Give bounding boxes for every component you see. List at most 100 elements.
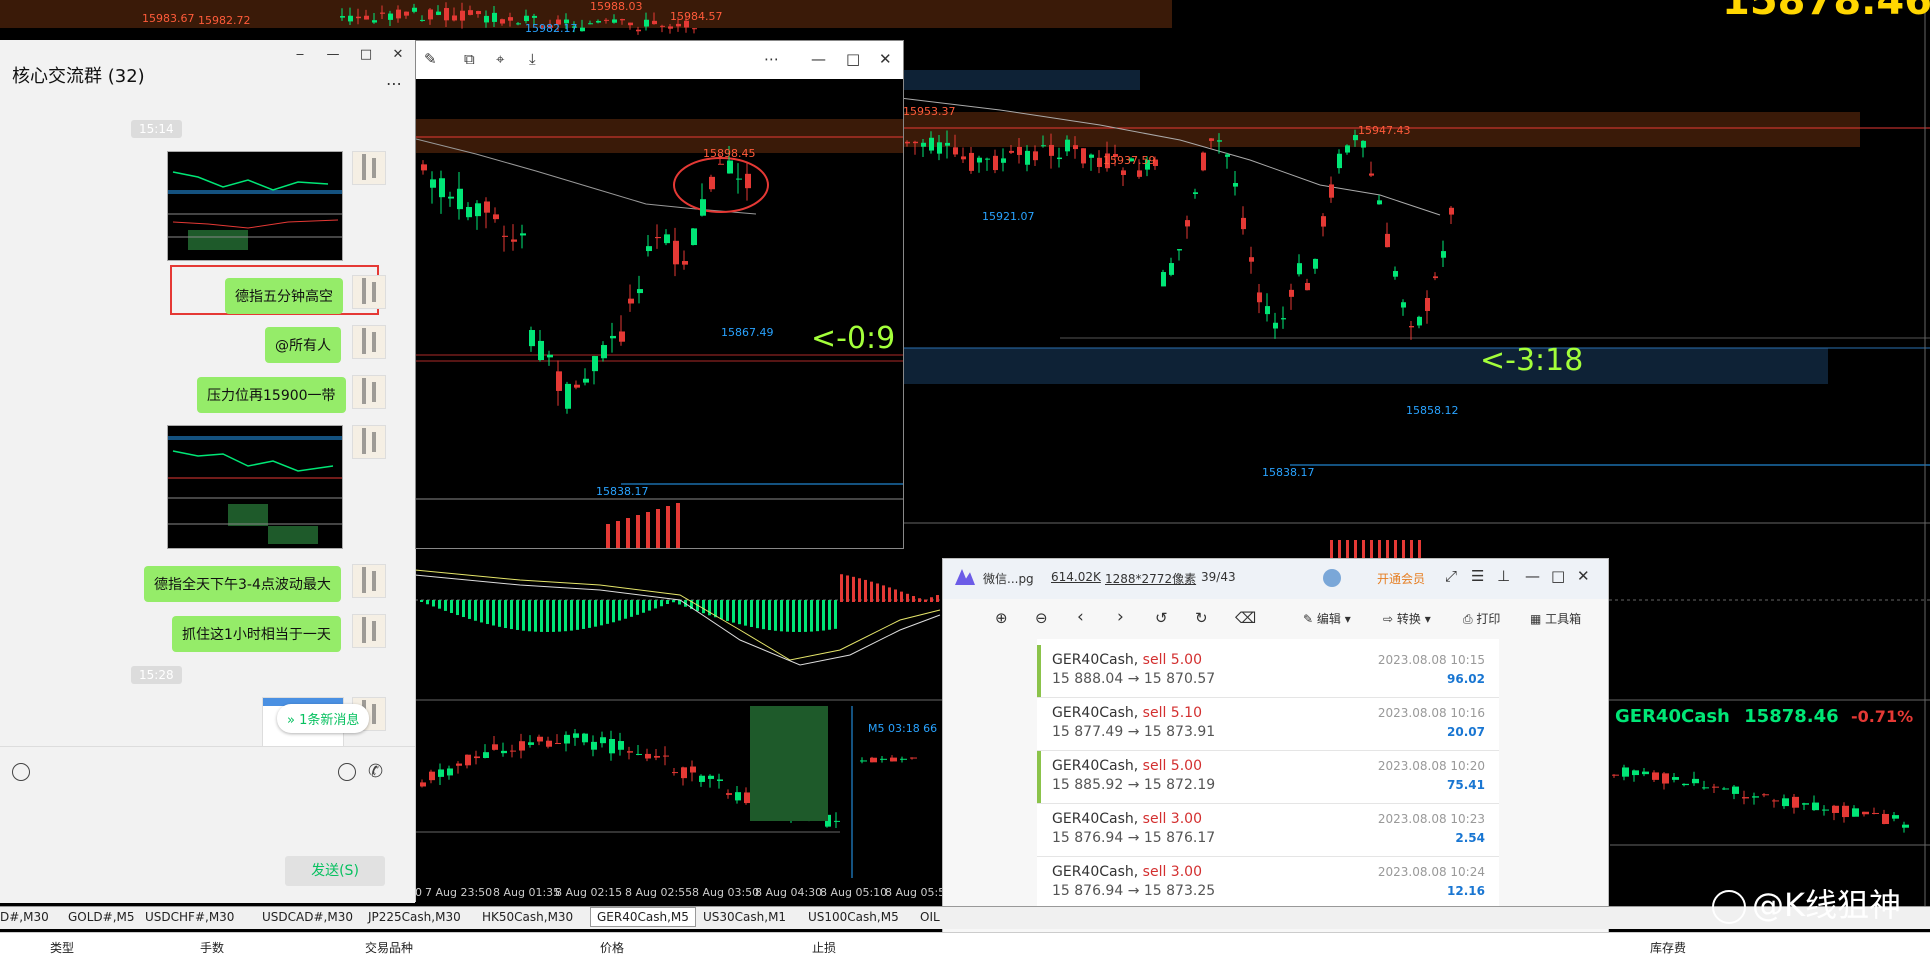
symbol-tab[interactable]: HK50Cash,M30: [482, 910, 573, 924]
candle: [1281, 318, 1286, 320]
fullscreen-icon[interactable]: ⤢: [1445, 567, 1457, 585]
toolbox-label: 工具箱: [1545, 612, 1582, 626]
candle: [1337, 153, 1342, 169]
close-icon[interactable]: ✕: [879, 50, 892, 68]
candle: [592, 356, 598, 372]
candle: [1289, 289, 1294, 297]
message-image[interactable]: [167, 425, 343, 549]
maximize-button[interactable]: □: [356, 47, 376, 62]
convert-button[interactable]: ⇨ 转换 ▾: [1383, 610, 1431, 627]
col-sl[interactable]: 止损: [812, 939, 836, 956]
candle: [600, 737, 606, 744]
more-icon[interactable]: ⋯: [386, 74, 403, 93]
download-icon[interactable]: ⤓: [529, 50, 536, 68]
send-button[interactable]: 发送(S): [285, 856, 385, 886]
message-bubble[interactable]: 德指全天下午3-4点波动最大: [144, 566, 341, 602]
pin-icon[interactable]: ⊥: [1497, 567, 1510, 585]
candle: [736, 178, 742, 180]
symbol-tab[interactable]: US30Cash,M1: [703, 910, 786, 924]
candle: [628, 22, 633, 26]
zoom-in-icon[interactable]: ⊕: [995, 609, 1008, 627]
candle: [546, 740, 552, 747]
macd-bar: [744, 600, 747, 626]
message-bubble[interactable]: @所有人: [265, 327, 341, 363]
candle: [1393, 271, 1398, 277]
edit-button[interactable]: ✎ 编辑 ▾: [1303, 610, 1351, 627]
candle: [618, 741, 624, 750]
macd-bar: [1330, 540, 1333, 558]
avatar[interactable]: [352, 375, 386, 409]
message-bubble[interactable]: 抓住这1小时相当于一天: [172, 616, 341, 652]
candle: [1321, 216, 1326, 227]
prev-icon[interactable]: ‹: [1077, 607, 1084, 627]
candle: [1041, 145, 1046, 147]
rotate-right-icon[interactable]: ↻: [1195, 609, 1208, 627]
message-bubble[interactable]: 压力位再15900一带: [197, 377, 346, 413]
pin-icon[interactable]: ‒: [290, 47, 310, 62]
candle: [1369, 173, 1374, 176]
vip-link[interactable]: 开通会员: [1377, 570, 1425, 587]
symbol-tab[interactable]: D#,M30: [0, 910, 49, 924]
avatar[interactable]: [1323, 569, 1341, 587]
emoji-icon[interactable]: [12, 763, 30, 781]
minimize-icon[interactable]: —: [811, 50, 826, 68]
print-button[interactable]: ⎙ 打印: [1463, 610, 1500, 627]
avatar[interactable]: [352, 275, 386, 309]
at-icon[interactable]: [338, 763, 356, 781]
copy-icon[interactable]: ⧉: [464, 50, 475, 68]
col-lots[interactable]: 手数: [200, 939, 224, 956]
close-button[interactable]: ✕: [388, 47, 408, 62]
symbol-tab[interactable]: GER40Cash,M5: [590, 907, 696, 927]
minimize-icon[interactable]: —: [1525, 567, 1540, 585]
next-icon[interactable]: ›: [1117, 607, 1124, 627]
ticker-price: 15878.46: [1744, 706, 1839, 727]
close-icon[interactable]: ✕: [1577, 567, 1590, 585]
candle: [1273, 322, 1278, 329]
candle: [1449, 207, 1454, 215]
candle: [1233, 183, 1238, 187]
menu-icon[interactable]: ☰: [1471, 567, 1484, 585]
col-symbol[interactable]: 交易品种: [365, 939, 413, 956]
col-swap[interactable]: 库存费: [1650, 939, 1686, 956]
avatar[interactable]: [352, 325, 386, 359]
candle: [1632, 770, 1639, 776]
message-bubble[interactable]: 德指五分钟高空: [225, 278, 343, 314]
symbol-tab[interactable]: OIL: [920, 910, 940, 924]
more-icon[interactable]: ⋯: [764, 50, 779, 68]
candle: [372, 20, 377, 23]
macd-bar: [426, 600, 429, 605]
maximize-icon[interactable]: □: [1551, 567, 1565, 585]
col-type[interactable]: 类型: [50, 939, 74, 956]
delete-icon[interactable]: ⌫: [1235, 609, 1256, 627]
avatar[interactable]: [352, 564, 386, 598]
message-image[interactable]: [167, 151, 343, 261]
avatar[interactable]: [352, 151, 386, 185]
new-message-button[interactable]: » 1条新消息: [277, 704, 370, 733]
rotate-left-icon[interactable]: ↺: [1155, 609, 1168, 627]
zoom-out-icon[interactable]: ⊖: [1035, 609, 1048, 627]
symbol-tab[interactable]: GOLD#,M5: [68, 910, 135, 924]
symbol-tab[interactable]: JP225Cash,M30: [368, 910, 461, 924]
maximize-icon[interactable]: □: [846, 50, 860, 68]
col-price[interactable]: 价格: [600, 939, 624, 956]
toolbox-button[interactable]: ▦ 工具箱: [1530, 610, 1581, 627]
macd-bar: [450, 600, 453, 613]
avatar[interactable]: [352, 614, 386, 648]
candle: [439, 178, 445, 198]
avatar[interactable]: [352, 425, 386, 459]
macd-bar: [894, 589, 897, 602]
macd-bar: [624, 600, 627, 619]
macd-bar: [468, 600, 471, 619]
macd-bar: [816, 600, 819, 632]
candle: [1217, 140, 1222, 142]
edit-icon[interactable]: ✎: [424, 50, 437, 68]
minimize-button[interactable]: —: [323, 47, 343, 62]
symbol-tab[interactable]: US100Cash,M5: [808, 910, 899, 924]
symbol-tab[interactable]: USDCAD#,M30: [262, 910, 353, 924]
time-tick: 8 Aug 02:55: [625, 886, 693, 899]
symbol-tab[interactable]: USDCHF#,M30: [145, 910, 234, 924]
candle: [582, 733, 588, 743]
phone-icon[interactable]: ✆: [368, 761, 383, 782]
candle: [1832, 805, 1839, 813]
crop-icon[interactable]: ⌖: [496, 50, 504, 68]
